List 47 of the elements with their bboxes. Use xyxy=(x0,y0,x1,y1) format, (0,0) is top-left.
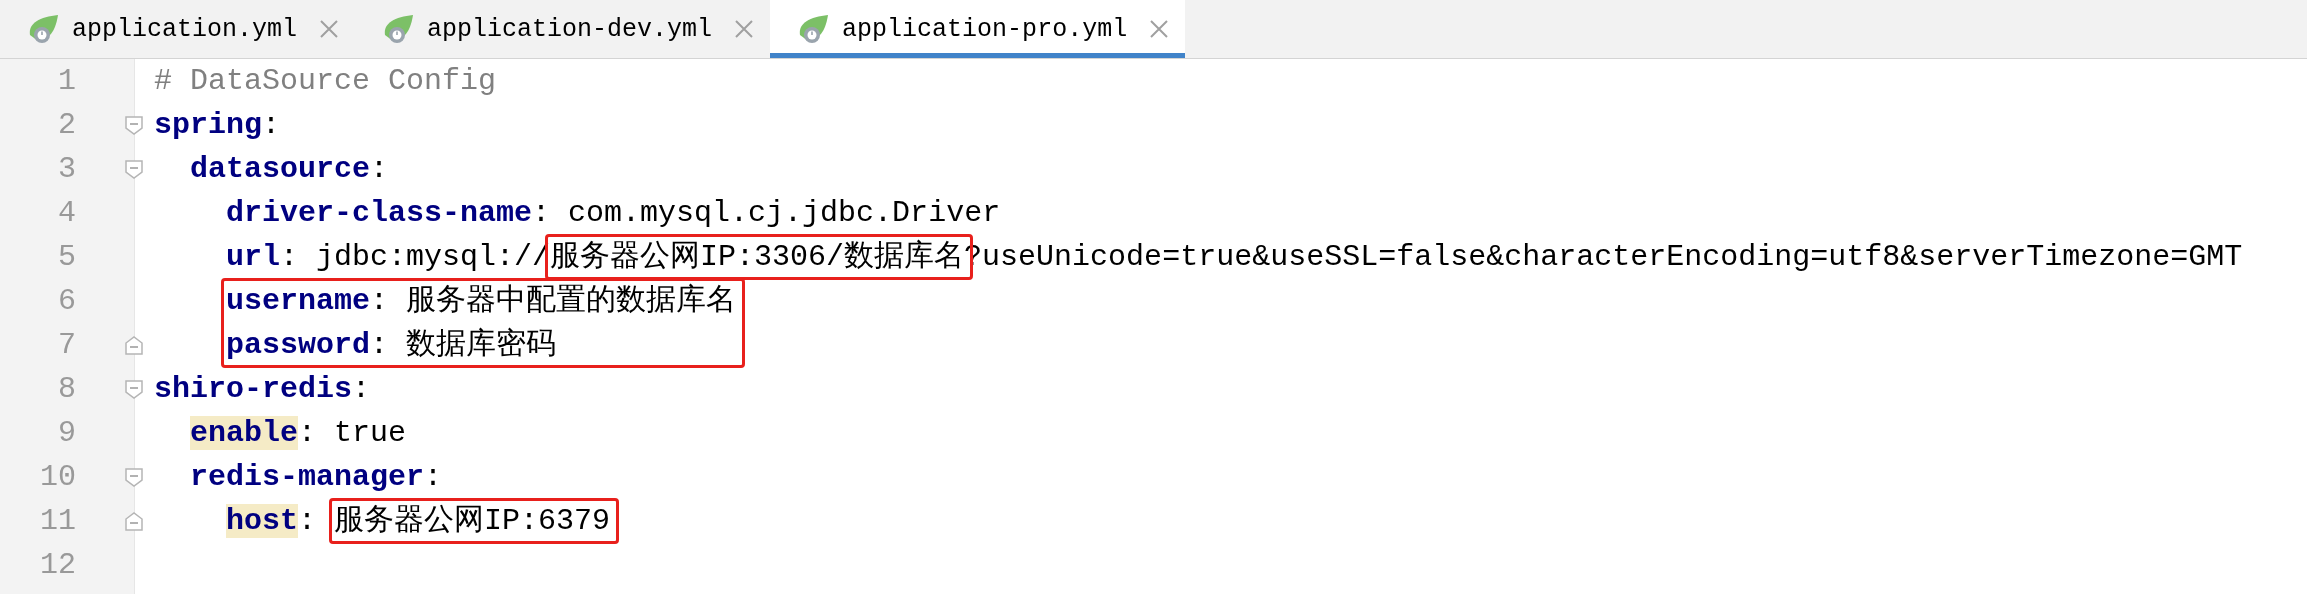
line-number: 9 xyxy=(58,416,76,450)
fold-marker-icon[interactable] xyxy=(125,159,143,179)
line-number: 4 xyxy=(58,196,76,230)
yaml-key: spring xyxy=(154,108,263,142)
code-text: : xyxy=(298,504,318,538)
code-text: : jdbc:mysql:// xyxy=(280,240,551,274)
code-text: : xyxy=(424,460,443,494)
line-number: 7 xyxy=(58,328,76,362)
fold-marker-icon[interactable] xyxy=(125,379,143,399)
code-text: : true xyxy=(298,416,407,450)
code-text: 服务器公网IP:3306/数据库名 xyxy=(550,240,965,274)
code-comment: # DataSource Config xyxy=(154,64,497,98)
file-tab[interactable]: application-pro.yml xyxy=(770,0,1186,58)
close-icon[interactable] xyxy=(319,19,340,39)
code-text: 服务器公网IP:6379 xyxy=(334,504,611,538)
line-number: 10 xyxy=(40,460,76,494)
line-number: 2 xyxy=(58,108,76,142)
yaml-key: password xyxy=(226,328,371,362)
yaml-key: host xyxy=(226,504,298,538)
fold-marker-icon[interactable] xyxy=(125,335,143,355)
yaml-key: redis-manager xyxy=(190,460,425,494)
yaml-key: username xyxy=(226,284,371,318)
yaml-key: driver-class-name xyxy=(226,196,533,230)
code-text: : xyxy=(262,108,281,142)
yaml-key: enable xyxy=(190,416,299,450)
fold-marker-icon[interactable] xyxy=(125,467,143,487)
yaml-key: url xyxy=(226,240,280,274)
line-number: 11 xyxy=(40,504,76,538)
line-number: 3 xyxy=(58,152,76,186)
yaml-key: shiro-redis xyxy=(154,372,353,406)
line-number: 5 xyxy=(58,240,76,274)
code-text: : xyxy=(352,372,371,406)
code-text: : 服务器中配置的数据库名 xyxy=(370,284,737,318)
line-number: 1 xyxy=(58,64,76,98)
fold-marker-icon[interactable] xyxy=(125,511,143,531)
close-icon[interactable] xyxy=(1149,19,1170,39)
fold-marker-icon[interactable] xyxy=(125,115,143,135)
code-text: : xyxy=(370,152,389,186)
code-text: : com.mysql.cj.jdbc.Driver xyxy=(532,196,1001,230)
code-text: : 数据库密码 xyxy=(370,328,557,362)
close-icon[interactable] xyxy=(734,19,755,39)
yaml-key: datasource xyxy=(190,152,371,186)
file-tab[interactable]: application-dev.yml xyxy=(355,0,771,58)
line-number: 6 xyxy=(58,284,76,318)
file-tab[interactable]: application.yml xyxy=(0,0,356,58)
line-number: 8 xyxy=(58,372,76,406)
line-number: 12 xyxy=(40,548,76,582)
